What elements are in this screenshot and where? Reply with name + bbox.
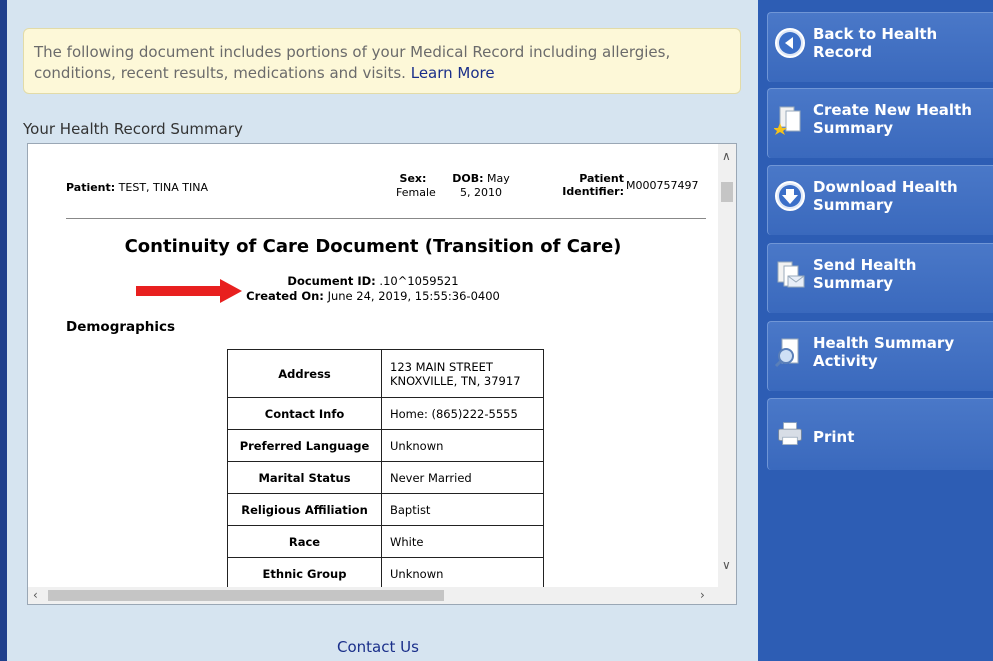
label-line1: Health Summary [813, 334, 955, 352]
label-line2: Activity [813, 352, 878, 370]
demo-label: Religious Affiliation [227, 493, 382, 526]
created-value: June 24, 2019, 15:55:36-0400 [327, 289, 500, 303]
table-row: Religious Affiliation Baptist [227, 493, 544, 526]
back-to-health-record-button[interactable]: Back to Health Record [767, 12, 993, 82]
top-strip [7, 0, 756, 12]
sex-label: Sex: [399, 172, 427, 185]
demographics-heading: Demographics [66, 319, 176, 335]
demo-label: Race [227, 525, 382, 558]
sidebar: Back to Health Record Create New Health … [758, 0, 993, 661]
sex-value: Female [396, 186, 436, 199]
patient-id-label-1: Patient [579, 172, 624, 185]
info-notice: The following document includes portions… [23, 28, 741, 94]
scroll-up-icon[interactable]: ∧ [722, 150, 731, 162]
demo-label: Preferred Language [227, 429, 382, 462]
table-row: Address 123 MAIN STREET KNOXVILLE, TN, 3… [227, 349, 544, 398]
printer-icon [778, 422, 802, 445]
back-arrow-icon [775, 28, 805, 58]
info-text: The following document includes portions… [34, 43, 671, 82]
patient-id-label: Patient Identifier: [548, 172, 624, 198]
sex-field: Sex: Female [396, 172, 436, 200]
table-row: Race White [227, 525, 544, 558]
patient-label: Patient: [66, 181, 116, 194]
label-line1: Create New Health [813, 101, 972, 119]
new-document-star-icon [774, 106, 801, 135]
demo-value: Unknown [381, 557, 544, 589]
print-button[interactable]: Print [767, 398, 993, 470]
doc-id-label: Document ID: [287, 274, 376, 288]
patient-value: TEST, TINA TINA [118, 181, 208, 194]
table-row: Ethnic Group Unknown [227, 557, 544, 589]
dob-value-2: 5, 2010 [460, 186, 502, 199]
demo-label: Address [227, 349, 382, 398]
demographics-table: Address 123 MAIN STREET KNOXVILLE, TN, 3… [227, 349, 544, 589]
download-health-summary-button[interactable]: Download Health Summary [767, 165, 993, 235]
document-id-block: Document ID: .10^1059521 Created On: Jun… [28, 274, 718, 304]
demo-value: 123 MAIN STREET KNOXVILLE, TN, 37917 [381, 349, 544, 398]
header-divider [66, 218, 706, 219]
sidebar-item-label: Download Health Summary [813, 178, 993, 214]
demo-value-line1: 123 MAIN STREET [390, 359, 493, 374]
label-line2: Record [813, 43, 873, 61]
label-line1: Download Health [813, 178, 958, 196]
label-line1: Send Health [813, 256, 917, 274]
main-panel: The following document includes portions… [7, 0, 756, 661]
sidebar-item-label: Health Summary Activity [813, 334, 993, 370]
scroll-down-icon[interactable]: ∨ [722, 559, 731, 571]
created-label: Created On: [246, 289, 324, 303]
sidebar-item-label: Create New Health Summary [813, 101, 993, 137]
create-new-health-summary-button[interactable]: Create New Health Summary [767, 88, 993, 158]
table-row: Marital Status Never Married [227, 461, 544, 494]
label-line1: Print [813, 428, 855, 446]
patient-field: Patient: TEST, TINA TINA [66, 181, 208, 194]
download-arrow-icon [775, 181, 805, 211]
vertical-scroll-thumb[interactable] [721, 182, 733, 202]
horizontal-scrollbar[interactable]: ‹ › [28, 587, 736, 604]
table-row: Preferred Language Unknown [227, 429, 544, 462]
patient-id-value: M000757497 [626, 179, 699, 192]
label-line2: Summary [813, 119, 894, 137]
demo-value-line2: KNOXVILLE, TN, 37917 [390, 373, 521, 388]
demo-value: Home: (865)222-5555 [381, 397, 544, 430]
label-line2: Summary [813, 274, 894, 292]
demo-label: Marital Status [227, 461, 382, 494]
document-title: Continuity of Care Document (Transition … [124, 236, 622, 257]
label-line2: Summary [813, 196, 894, 214]
demo-value: Unknown [381, 429, 544, 462]
horizontal-scroll-thumb[interactable] [48, 590, 444, 601]
red-arrow-icon [136, 279, 242, 303]
document-frame[interactable]: Patient: TEST, TINA TINA Sex: Female DOB… [27, 143, 737, 605]
send-health-summary-button[interactable]: Send Health Summary [767, 243, 993, 313]
vertical-scrollbar[interactable]: ∧ ∨ [718, 144, 736, 589]
scroll-left-icon[interactable]: ‹ [33, 589, 38, 601]
table-row: Contact Info Home: (865)222-5555 [227, 397, 544, 430]
document-content: Patient: TEST, TINA TINA Sex: Female DOB… [28, 144, 718, 589]
sidebar-item-label: Back to Health Record [813, 25, 993, 61]
dob-label: DOB: [452, 172, 484, 185]
summary-title: Your Health Record Summary [23, 120, 243, 138]
sidebar-item-label: Print [813, 428, 993, 446]
demo-label: Contact Info [227, 397, 382, 430]
patient-id-label-2: Identifier: [562, 185, 624, 198]
left-border [0, 0, 7, 661]
learn-more-link[interactable]: Learn More [411, 64, 495, 82]
dob-field: DOB: May 5, 2010 [436, 172, 526, 200]
demo-value: White [381, 525, 544, 558]
send-document-icon [777, 261, 805, 288]
magnifier-document-icon [774, 338, 799, 368]
dob-value-1: May [487, 172, 510, 185]
demo-value: Never Married [381, 461, 544, 494]
label-line1: Back to Health [813, 25, 938, 43]
doc-id-value: .10^1059521 [379, 274, 459, 288]
demo-label: Ethnic Group [227, 557, 382, 589]
demo-value: Baptist [381, 493, 544, 526]
scroll-right-icon[interactable]: › [700, 589, 705, 601]
sidebar-item-label: Send Health Summary [813, 256, 993, 292]
health-summary-activity-button[interactable]: Health Summary Activity [767, 321, 993, 391]
contact-us-link[interactable]: Contact Us [337, 638, 419, 656]
